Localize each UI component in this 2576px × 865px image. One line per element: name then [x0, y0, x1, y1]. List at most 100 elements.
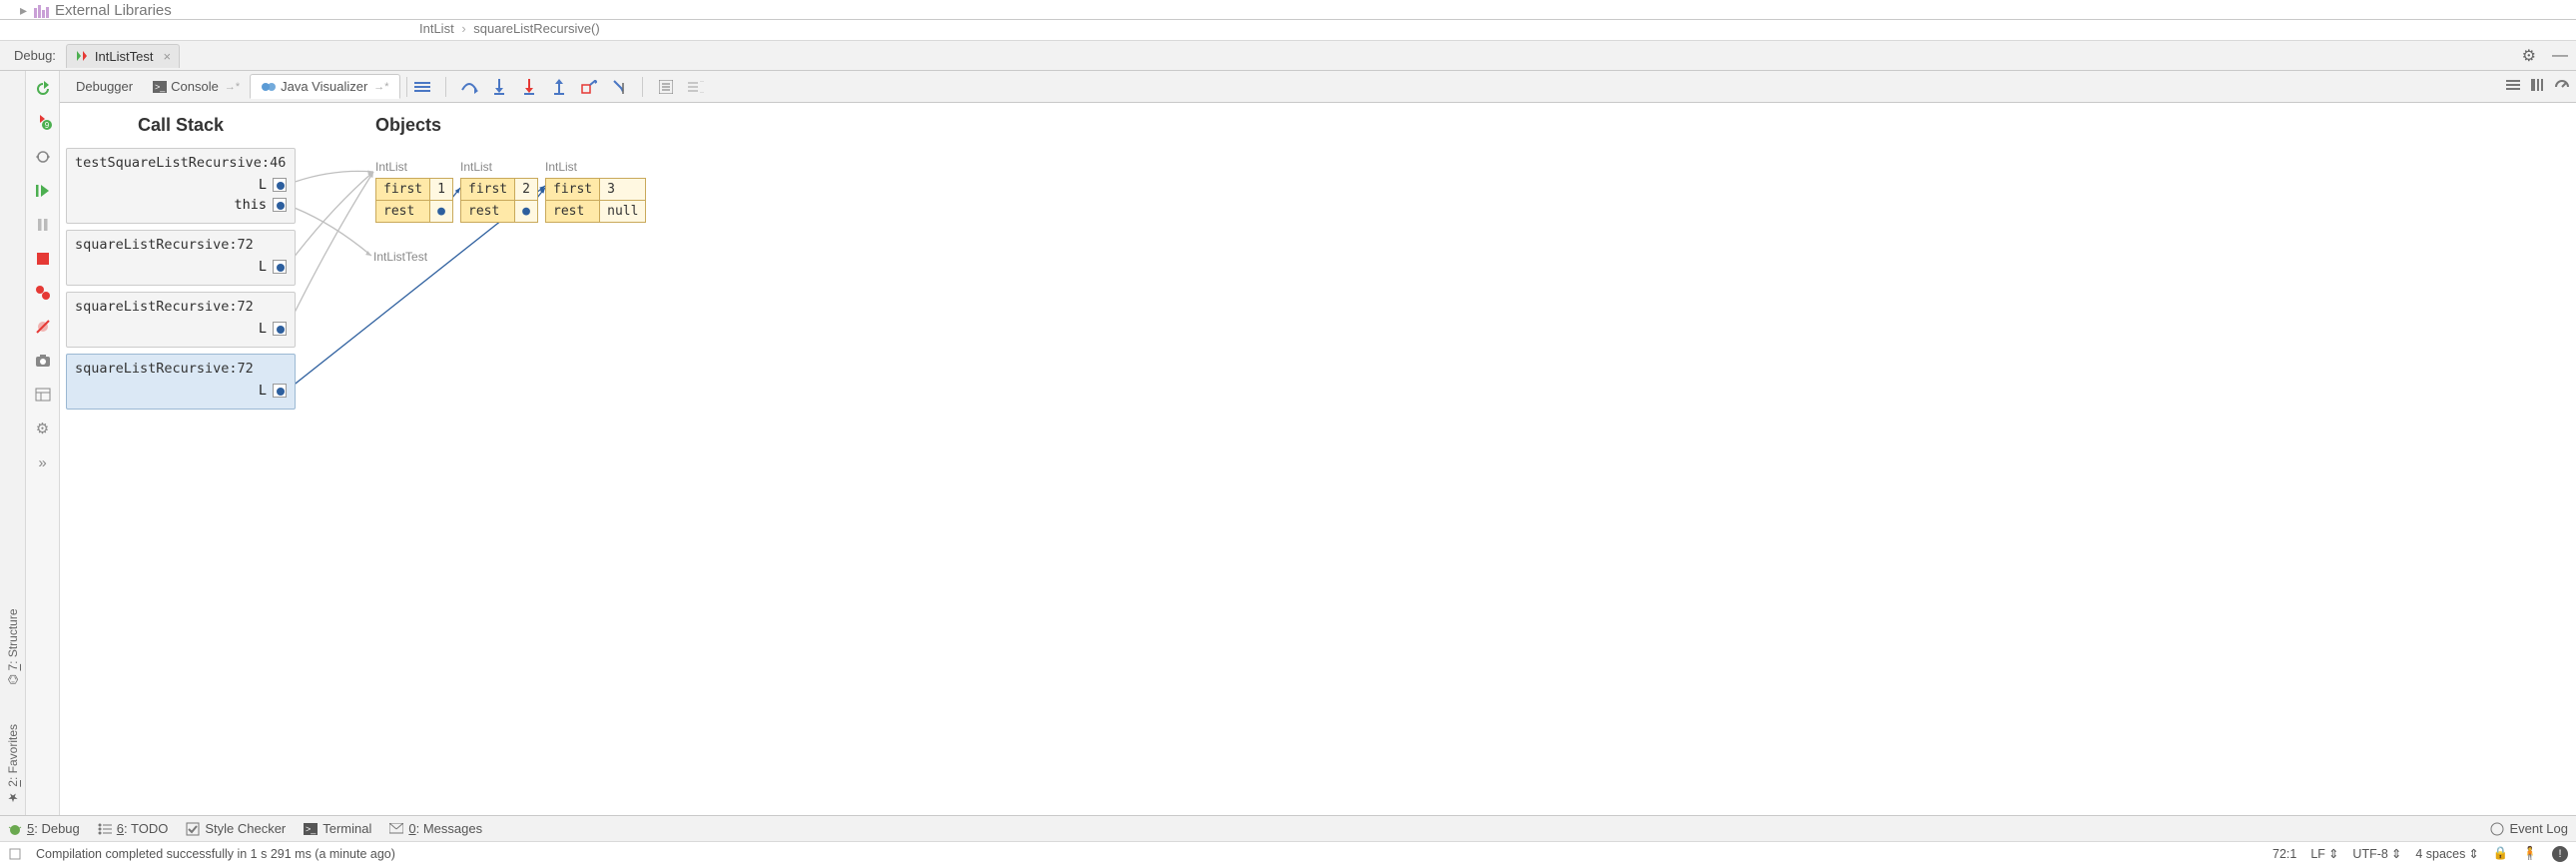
visualizer-icon: [261, 80, 277, 94]
stack-frame[interactable]: squareListRecursive:72 L: [66, 354, 296, 410]
bottom-event-log[interactable]: Event Log: [2490, 821, 2568, 836]
object-type-label: IntList: [545, 160, 577, 174]
tab-debugger[interactable]: Debugger: [66, 75, 143, 98]
step-into-icon[interactable]: [490, 78, 508, 96]
bottom-todo[interactable]: 6: TODO: [98, 821, 169, 836]
minimize-icon[interactable]: —: [2544, 47, 2576, 65]
drop-frame-icon[interactable]: [580, 78, 598, 96]
right-tool-1-icon[interactable]: [2506, 79, 2520, 94]
line-separator[interactable]: LF⇕: [2310, 846, 2338, 861]
stack-frame[interactable]: squareListRecursive:72 L: [66, 230, 296, 286]
stack-frame[interactable]: testSquareListRecursive:46Lthis: [66, 148, 296, 224]
svg-text:>_: >_: [155, 82, 166, 92]
frame-variable: L: [75, 321, 287, 337]
resume-icon[interactable]: [33, 181, 53, 201]
frame-title: squareListRecursive:72: [75, 299, 287, 315]
test-run-icon: [75, 49, 89, 63]
breakpoints-icon[interactable]: [33, 283, 53, 303]
bottom-messages[interactable]: 0: Messages: [389, 821, 482, 836]
object-node: first2rest●: [460, 178, 538, 223]
toggle-auto-icon[interactable]: [33, 147, 53, 167]
bottom-terminal[interactable]: >_ Terminal: [304, 821, 371, 836]
lock-icon[interactable]: 🔒: [2493, 846, 2509, 861]
structure-side-tab[interactable]: ⌬7: Structure: [6, 608, 20, 685]
right-tool-2-icon[interactable]: [2530, 78, 2544, 95]
frame-variable: L: [75, 383, 287, 399]
pointer-box: [273, 260, 287, 274]
messages-icon: [389, 823, 403, 835]
external-libraries-label[interactable]: External Libraries: [55, 2, 172, 19]
tab-console[interactable]: >_ Console→*: [143, 75, 250, 98]
pointer-box: [273, 178, 287, 192]
layout-icon[interactable]: [33, 385, 53, 405]
svg-text:9: 9: [44, 121, 49, 130]
stop-icon[interactable]: [33, 249, 53, 269]
object-node: first3restnull: [545, 178, 646, 223]
bottom-style-checker[interactable]: Style Checker: [186, 821, 286, 836]
pointer-box: [273, 198, 287, 212]
stack-frame[interactable]: squareListRecursive:72 L: [66, 292, 296, 348]
left-side-tabs: ⌬7: Structure ★2: Favorites: [0, 71, 26, 815]
tab-java-visualizer[interactable]: Java Visualizer→*: [250, 74, 399, 99]
console-icon: >_: [153, 81, 167, 93]
breadcrumb-method[interactable]: squareListRecursive(): [473, 21, 599, 36]
inspector-icon[interactable]: 🧍: [2522, 846, 2538, 861]
frame-variable: L: [75, 177, 287, 193]
notif-icon[interactable]: !: [2552, 846, 2568, 862]
mute-breakpoints-icon[interactable]: [33, 317, 53, 337]
run-to-cursor-icon[interactable]: [610, 78, 628, 96]
force-step-into-icon[interactable]: [520, 78, 538, 96]
rerun-icon[interactable]: [33, 79, 53, 99]
breadcrumb: IntList › squareListRecursive(): [0, 20, 2576, 41]
rerun-failed-icon[interactable]: 9: [33, 113, 53, 133]
debug-tabs-row: Debugger >_ Console→* Java Visualizer→*: [60, 71, 2576, 103]
frame-title: squareListRecursive:72: [75, 237, 287, 253]
frame-title: squareListRecursive:72: [75, 361, 287, 377]
pointer-box: [273, 322, 287, 336]
show-frames-icon[interactable]: [413, 78, 431, 96]
debug-session-tab[interactable]: IntListTest ×: [66, 44, 180, 68]
trace-icon[interactable]: [687, 78, 705, 96]
debug-session-name: IntListTest: [95, 49, 154, 64]
settings-icon[interactable]: ⚙: [33, 419, 53, 438]
debug-bar: Debug: IntListTest × ⚙ —: [0, 41, 2576, 71]
list-icon: [98, 823, 112, 835]
step-over-icon[interactable]: [460, 78, 478, 96]
svg-text:>_: >_: [306, 824, 317, 834]
close-icon[interactable]: ×: [163, 49, 171, 64]
frame-title: testSquareListRecursive:46: [75, 155, 287, 171]
chevron-right-icon[interactable]: ▸: [20, 2, 27, 19]
terminal-icon: >_: [304, 823, 318, 835]
event-log-icon: [2490, 822, 2504, 836]
indent[interactable]: 4 spaces⇕: [2415, 846, 2479, 861]
pause-icon[interactable]: [33, 215, 53, 235]
breadcrumb-class[interactable]: IntList: [419, 21, 454, 36]
breadcrumb-separator: ›: [461, 21, 465, 36]
library-icon: [33, 4, 49, 18]
status-bar: Compilation completed successfully in 1 …: [0, 841, 2576, 865]
object-type-label: IntList: [375, 160, 407, 174]
evaluate-icon[interactable]: [657, 78, 675, 96]
cursor-position[interactable]: 72:1: [2272, 847, 2296, 861]
status-icon: [8, 847, 22, 861]
encoding[interactable]: UTF-8⇕: [2352, 846, 2401, 861]
bug-icon: [8, 822, 22, 836]
favorites-side-tab[interactable]: ★2: Favorites: [6, 724, 20, 805]
pointer-box: [273, 384, 287, 398]
status-message: Compilation completed successfully in 1 …: [36, 847, 395, 861]
right-tool-3-icon[interactable]: [2554, 77, 2570, 96]
gear-icon[interactable]: ⚙: [2514, 46, 2544, 66]
more-icon[interactable]: »: [33, 452, 53, 472]
object-type-label: IntListTest: [373, 250, 427, 264]
project-tree-fragment: ▸ External Libraries: [0, 0, 2576, 20]
object-type-label: IntList: [460, 160, 492, 174]
step-out-icon[interactable]: [550, 78, 568, 96]
frame-variable: L: [75, 259, 287, 275]
object-node: first1rest●: [375, 178, 453, 223]
bottom-debug[interactable]: 5: Debug: [8, 821, 80, 836]
call-stack-header: Call Stack: [66, 115, 296, 136]
debug-toolbar: 9 ⚙ »: [26, 71, 60, 815]
camera-icon[interactable]: [33, 351, 53, 371]
bottom-tool-bar: 5: Debug 6: TODO Style Checker >_ Termin…: [0, 815, 2576, 841]
check-icon: [186, 822, 200, 836]
